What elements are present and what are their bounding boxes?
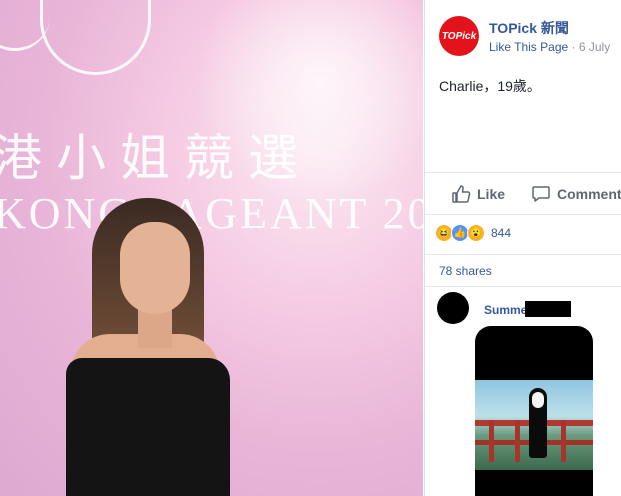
comment-icon [532, 186, 550, 202]
page-avatar[interactable]: TOPick [439, 16, 479, 56]
post-photo[interactable]: 港小姐競選 KONG PAGEANT 2018 [0, 0, 423, 496]
bridge-post [515, 420, 520, 462]
divider [425, 286, 621, 287]
commenter-name[interactable]: Summe [484, 303, 527, 317]
post-date[interactable]: 6 July [579, 40, 610, 54]
reaction-count[interactable]: 844 [491, 226, 511, 240]
figure-mask [532, 392, 544, 408]
post-panel: TOPick TOPick 新聞 Like This Page · 6 July… [424, 0, 621, 496]
woman-dress [66, 358, 230, 496]
divider [425, 254, 621, 255]
shares-link[interactable]: 78 shares [439, 264, 492, 278]
banner-eng-text: KONG PAGEANT 2018 [0, 189, 423, 238]
woman-face [120, 222, 190, 314]
divider [425, 172, 621, 173]
bridge-post [489, 420, 494, 462]
commenter-avatar[interactable] [437, 292, 469, 324]
redaction-bar [525, 301, 571, 317]
comment-button[interactable]: Comment [531, 184, 621, 204]
like-page-link[interactable]: Like This Page [489, 40, 568, 54]
divider [425, 214, 621, 215]
comment-image[interactable] [475, 326, 593, 496]
wow-icon: 😮 [467, 224, 485, 242]
banner-cjk-text: 港小姐競選 [0, 129, 312, 187]
comment-label: Comment [557, 186, 621, 202]
post-caption: Charlie，19歲。 [439, 78, 541, 94]
comment-image-scene [475, 380, 593, 470]
backdrop-logo [40, 0, 151, 75]
reactions-summary[interactable]: 😆 👍 😮 844 [435, 224, 511, 242]
like-button[interactable]: Like [451, 184, 505, 204]
thumbs-up-icon [452, 185, 471, 203]
page-name-link[interactable]: TOPick 新聞 [489, 18, 569, 38]
meta-separator: · [568, 40, 579, 54]
backdrop-logo-arc [0, 8, 50, 51]
like-label: Like [477, 186, 506, 202]
bridge-post [561, 420, 566, 462]
avatar-logo-text: TOPick [441, 30, 477, 42]
post-meta: Like This Page · 6 July [489, 40, 610, 54]
